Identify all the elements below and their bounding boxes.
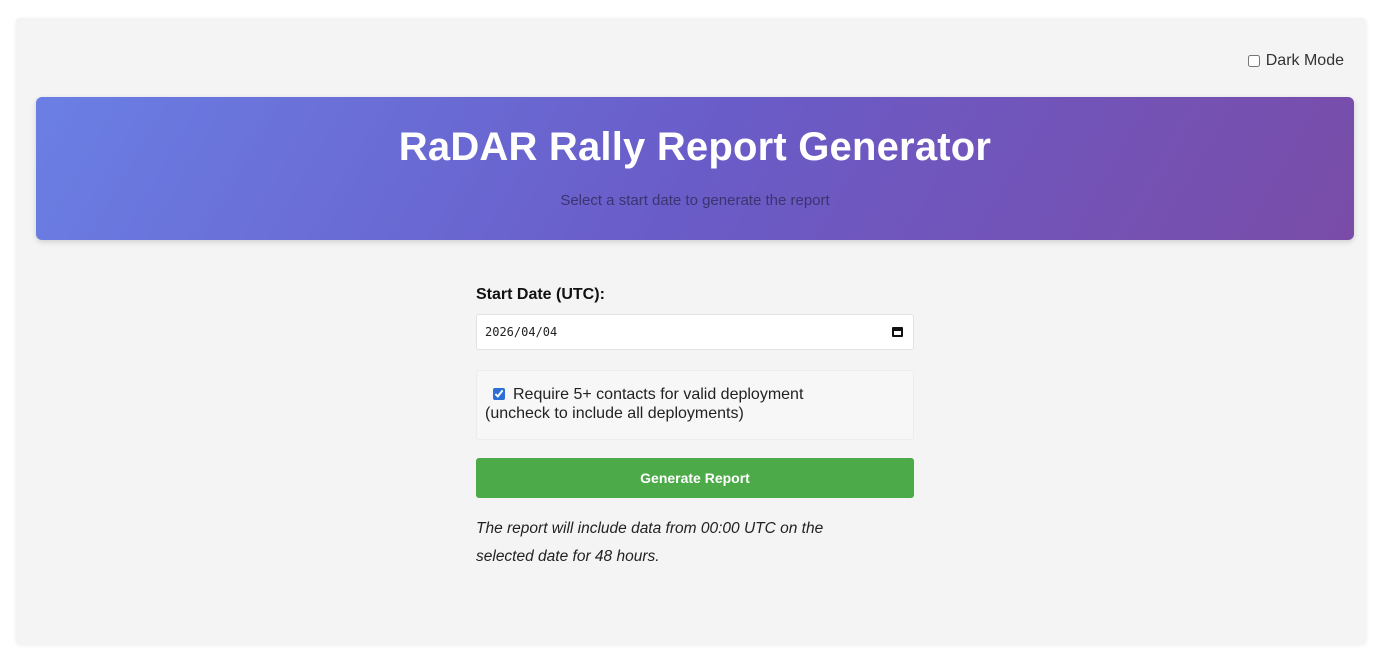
page-container: Dark Mode RaDAR Rally Report Generator S… (16, 18, 1366, 644)
start-date-label: Start Date (UTC): (476, 286, 605, 303)
dark-mode-checkbox[interactable] (1247, 55, 1260, 67)
generate-report-button[interactable]: Generate Report (476, 458, 914, 498)
require-contacts-checkbox[interactable] (493, 388, 505, 400)
report-note-line-2: selected date for 48 hours. (476, 548, 660, 565)
header-banner: RaDAR Rally Report Generator Select a st… (36, 97, 1354, 240)
start-date-input[interactable]: 2026/04/04 (476, 314, 914, 350)
dark-mode-label: Dark Mode (1265, 52, 1344, 69)
require-contacts-option: Require 5+ contacts for valid deployment… (476, 370, 914, 440)
page-title: RaDAR Rally Report Generator (398, 125, 992, 169)
require-contacts-hint: (uncheck to include all deployments) (485, 405, 744, 422)
report-note: The report will include data from 00:00 … (476, 515, 914, 571)
dark-mode-toggle[interactable]: Dark Mode (1247, 52, 1344, 70)
report-note-line-1: The report will include data from 00:00 … (476, 520, 824, 537)
calendar-icon[interactable] (892, 327, 903, 337)
page-subtitle: Select a start date to generate the repo… (560, 192, 830, 209)
start-date-value: 2026/04/04 (485, 325, 558, 339)
require-contacts-label: Require 5+ contacts for valid deployment (513, 386, 804, 403)
report-form: Start Date (UTC): 2026/04/04 Require 5+ … (476, 286, 914, 571)
